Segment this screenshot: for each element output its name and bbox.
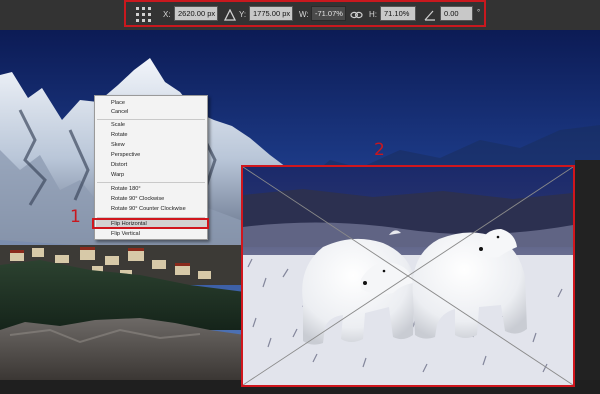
reference-point-icon[interactable] (135, 6, 152, 23)
menu-item-rotate-90-cw[interactable]: Rotate 90° Clockwise (111, 196, 164, 202)
angle-icon[interactable] (424, 8, 436, 21)
options-bar: X: 2620.00 px Y: 1775.00 px W: -71.07% H… (0, 0, 600, 30)
w-label: W: (299, 10, 309, 19)
menu-item-rotate-90-ccw[interactable]: Rotate 90° Counter Clockwise (111, 206, 186, 212)
menu-item-cancel[interactable]: Cancel (111, 109, 128, 115)
menu-item-perspective[interactable]: Perspective (111, 152, 140, 158)
x-label: X: (163, 10, 171, 19)
angle-field[interactable]: 0.00 (440, 6, 473, 21)
x-field[interactable]: 2620.00 px (174, 6, 218, 21)
menu-item-warp[interactable]: Warp (111, 172, 124, 178)
h-label: H: (369, 10, 377, 19)
menu-separator (97, 119, 205, 120)
menu-item-skew[interactable]: Skew (111, 142, 125, 148)
callout-number-1: 1 (70, 207, 81, 227)
y-field[interactable]: 1775.00 px (249, 6, 293, 21)
transform-bounding-box[interactable] (241, 165, 575, 387)
menu-item-rotate-180[interactable]: Rotate 180° (111, 186, 141, 192)
callout-number-2: 2 (374, 140, 385, 160)
link-icon[interactable] (350, 8, 363, 20)
height-field[interactable]: 71.10% (380, 6, 416, 21)
y-label: Y: (239, 10, 247, 19)
menu-separator (97, 182, 205, 183)
menu-item-place[interactable]: Place (111, 100, 125, 106)
menu-item-distort[interactable]: Distort (111, 162, 127, 168)
menu-item-flip-vertical[interactable]: Flip Vertical (111, 231, 140, 237)
menu-item-scale[interactable]: Scale (111, 122, 125, 128)
width-field[interactable]: -71.07% (311, 6, 346, 21)
delta-icon[interactable] (223, 8, 237, 21)
flip-horizontal-highlight-frame (92, 218, 209, 229)
menu-item-rotate[interactable]: Rotate (111, 132, 127, 138)
degree-unit: ° (477, 8, 481, 17)
